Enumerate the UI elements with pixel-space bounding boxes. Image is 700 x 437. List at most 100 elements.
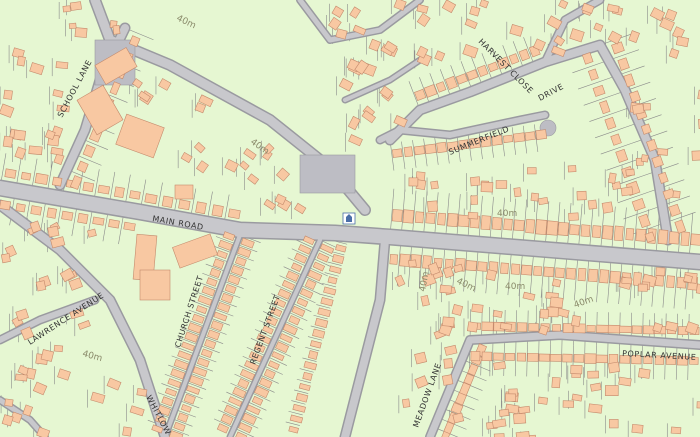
building [51, 176, 63, 187]
building [591, 225, 602, 238]
building [577, 267, 587, 282]
building [530, 192, 540, 202]
building [512, 132, 526, 143]
building [227, 208, 241, 220]
building [601, 225, 614, 240]
building [543, 266, 555, 278]
building [562, 400, 575, 408]
building [469, 176, 481, 187]
building [123, 221, 136, 232]
building [587, 268, 599, 283]
building [174, 184, 194, 200]
building [144, 193, 158, 205]
building [408, 259, 417, 268]
building [549, 296, 564, 309]
building [439, 284, 453, 294]
building [607, 361, 621, 374]
building [590, 382, 602, 392]
building [631, 423, 644, 434]
building [30, 205, 43, 216]
building [632, 272, 642, 286]
building [547, 306, 559, 318]
building [108, 219, 120, 229]
building [552, 324, 561, 332]
building [47, 225, 60, 238]
building [620, 186, 634, 197]
building [595, 354, 608, 364]
building [573, 354, 585, 363]
building [587, 370, 599, 379]
building [61, 210, 74, 221]
building [113, 186, 125, 199]
building [436, 141, 447, 154]
building [609, 419, 619, 429]
building [637, 283, 648, 292]
building [668, 231, 680, 245]
building [466, 321, 479, 333]
building [424, 143, 437, 155]
building [82, 181, 95, 193]
building [516, 322, 528, 332]
building [657, 148, 669, 156]
building [20, 171, 32, 181]
church-icon [342, 212, 356, 225]
building [485, 269, 497, 282]
building [77, 212, 89, 224]
building [389, 254, 399, 265]
building [513, 412, 527, 425]
building [195, 201, 207, 215]
building [527, 167, 537, 175]
building [480, 215, 492, 231]
building [391, 209, 403, 222]
map-view[interactable]: 40m 40m 40m 40m 40m 40m 40m 40m SCHOOL L… [0, 0, 700, 437]
building [657, 229, 669, 245]
building [537, 196, 549, 206]
building [499, 322, 513, 331]
building [457, 214, 470, 228]
building [391, 148, 403, 158]
building [13, 129, 27, 141]
building [129, 190, 141, 200]
building [493, 361, 506, 371]
building [666, 275, 675, 289]
building [467, 211, 479, 220]
map-canvas[interactable]: 40m 40m 40m 40m 40m 40m 40m 40m SCHOOL L… [0, 0, 700, 437]
building [481, 351, 493, 362]
building [568, 212, 579, 221]
building [637, 368, 651, 379]
building [607, 324, 621, 334]
building [599, 269, 610, 284]
building [402, 209, 415, 224]
building [16, 55, 26, 67]
building [414, 211, 425, 224]
building [576, 190, 587, 201]
building [569, 224, 580, 236]
building [62, 5, 71, 13]
building [139, 269, 171, 301]
building [447, 212, 459, 228]
building [430, 180, 439, 190]
building [425, 212, 436, 224]
building [528, 323, 539, 332]
building [691, 150, 700, 161]
building [642, 325, 655, 335]
building [502, 134, 514, 144]
building [504, 352, 515, 361]
building [427, 200, 439, 213]
building [414, 351, 428, 365]
building [537, 396, 549, 405]
building [53, 344, 64, 353]
building [625, 168, 635, 177]
building [500, 262, 509, 275]
building [538, 353, 551, 362]
building [492, 309, 503, 318]
building [465, 260, 478, 272]
building [535, 129, 548, 140]
building [471, 303, 484, 314]
building [618, 376, 632, 387]
building [672, 190, 681, 199]
building [608, 172, 617, 184]
building [565, 267, 577, 280]
building [470, 195, 479, 205]
building [40, 349, 55, 362]
